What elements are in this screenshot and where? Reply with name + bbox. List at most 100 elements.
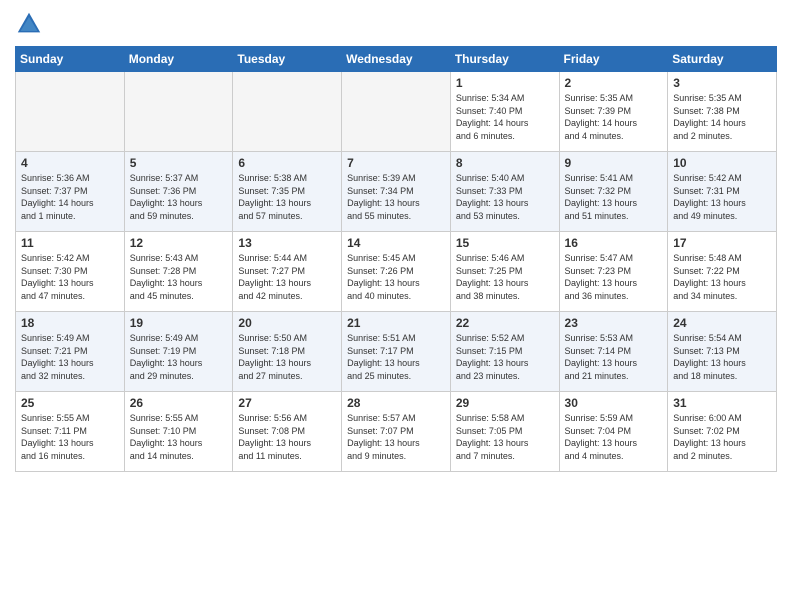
day-cell: 1 Sunrise: 5:34 AM Sunset: 7:40 PM Daylig… bbox=[450, 72, 559, 152]
day-number: 18 bbox=[21, 316, 119, 330]
day-number: 26 bbox=[130, 396, 228, 410]
day-number: 19 bbox=[130, 316, 228, 330]
day-info: Sunrise: 5:34 AM Sunset: 7:40 PM Dayligh… bbox=[456, 92, 554, 142]
day-number: 29 bbox=[456, 396, 554, 410]
day-cell bbox=[233, 72, 342, 152]
day-cell: 20 Sunrise: 5:50 AM Sunset: 7:18 PM Dayli… bbox=[233, 312, 342, 392]
day-number: 31 bbox=[673, 396, 771, 410]
day-cell: 4Sunrise: 5:36 AM Sunset: 7:37 PM Daylig… bbox=[16, 152, 125, 232]
day-cell: 23 Sunrise: 5:53 AM Sunset: 7:14 PM Dayli… bbox=[559, 312, 668, 392]
day-info: Sunrise: 5:43 AM Sunset: 7:28 PM Dayligh… bbox=[130, 252, 228, 302]
weekday-header-row: SundayMondayTuesdayWednesdayThursdayFrid… bbox=[16, 47, 777, 72]
day-cell: 14 Sunrise: 5:45 AM Sunset: 7:26 PM Dayli… bbox=[342, 232, 451, 312]
day-info: Sunrise: 5:49 AM Sunset: 7:21 PM Dayligh… bbox=[21, 332, 119, 382]
day-info: Sunrise: 5:47 AM Sunset: 7:23 PM Dayligh… bbox=[565, 252, 663, 302]
day-info: Sunrise: 5:42 AM Sunset: 7:31 PM Dayligh… bbox=[673, 172, 771, 222]
day-info: Sunrise: 5:44 AM Sunset: 7:27 PM Dayligh… bbox=[238, 252, 336, 302]
day-number: 16 bbox=[565, 236, 663, 250]
weekday-header-sunday: Sunday bbox=[16, 47, 125, 72]
weekday-header-monday: Monday bbox=[124, 47, 233, 72]
day-cell: 3 Sunrise: 5:35 AM Sunset: 7:38 PM Daylig… bbox=[668, 72, 777, 152]
day-cell: 7 Sunrise: 5:39 AM Sunset: 7:34 PM Daylig… bbox=[342, 152, 451, 232]
day-cell: 17 Sunrise: 5:48 AM Sunset: 7:22 PM Dayli… bbox=[668, 232, 777, 312]
day-number: 3 bbox=[673, 76, 771, 90]
day-info: Sunrise: 5:48 AM Sunset: 7:22 PM Dayligh… bbox=[673, 252, 771, 302]
day-cell: 30Sunrise: 5:59 AM Sunset: 7:04 PM Dayli… bbox=[559, 392, 668, 472]
day-number: 20 bbox=[238, 316, 336, 330]
day-cell: 31 Sunrise: 6:00 AM Sunset: 7:02 PM Dayli… bbox=[668, 392, 777, 472]
day-info: Sunrise: 5:51 AM Sunset: 7:17 PM Dayligh… bbox=[347, 332, 445, 382]
week-row-3: 11 Sunrise: 5:42 AM Sunset: 7:30 PM Dayli… bbox=[16, 232, 777, 312]
day-number: 7 bbox=[347, 156, 445, 170]
week-row-5: 25 Sunrise: 5:55 AM Sunset: 7:11 PM Dayli… bbox=[16, 392, 777, 472]
day-info: Sunrise: 5:42 AM Sunset: 7:30 PM Dayligh… bbox=[21, 252, 119, 302]
day-cell: 24 Sunrise: 5:54 AM Sunset: 7:13 PM Dayli… bbox=[668, 312, 777, 392]
day-number: 30 bbox=[565, 396, 663, 410]
day-cell: 27Sunrise: 5:56 AM Sunset: 7:08 PM Dayli… bbox=[233, 392, 342, 472]
day-info: Sunrise: 5:41 AM Sunset: 7:32 PM Dayligh… bbox=[565, 172, 663, 222]
day-cell: 8 Sunrise: 5:40 AM Sunset: 7:33 PM Daylig… bbox=[450, 152, 559, 232]
day-info: Sunrise: 5:55 AM Sunset: 7:11 PM Dayligh… bbox=[21, 412, 119, 462]
weekday-header-tuesday: Tuesday bbox=[233, 47, 342, 72]
day-number: 14 bbox=[347, 236, 445, 250]
day-number: 21 bbox=[347, 316, 445, 330]
day-cell: 18 Sunrise: 5:49 AM Sunset: 7:21 PM Dayli… bbox=[16, 312, 125, 392]
day-number: 9 bbox=[565, 156, 663, 170]
day-number: 2 bbox=[565, 76, 663, 90]
day-info: Sunrise: 5:45 AM Sunset: 7:26 PM Dayligh… bbox=[347, 252, 445, 302]
day-number: 8 bbox=[456, 156, 554, 170]
day-number: 25 bbox=[21, 396, 119, 410]
day-cell: 28 Sunrise: 5:57 AM Sunset: 7:07 PM Dayli… bbox=[342, 392, 451, 472]
day-cell: 16 Sunrise: 5:47 AM Sunset: 7:23 PM Dayli… bbox=[559, 232, 668, 312]
day-cell: 22Sunrise: 5:52 AM Sunset: 7:15 PM Dayli… bbox=[450, 312, 559, 392]
day-info: Sunrise: 5:54 AM Sunset: 7:13 PM Dayligh… bbox=[673, 332, 771, 382]
day-cell: 25 Sunrise: 5:55 AM Sunset: 7:11 PM Dayli… bbox=[16, 392, 125, 472]
calendar-table: SundayMondayTuesdayWednesdayThursdayFrid… bbox=[15, 46, 777, 472]
day-cell: 9 Sunrise: 5:41 AM Sunset: 7:32 PM Daylig… bbox=[559, 152, 668, 232]
day-info: Sunrise: 5:36 AM Sunset: 7:37 PM Dayligh… bbox=[21, 172, 119, 222]
day-number: 1 bbox=[456, 76, 554, 90]
day-info: Sunrise: 5:49 AM Sunset: 7:19 PM Dayligh… bbox=[130, 332, 228, 382]
week-row-2: 4Sunrise: 5:36 AM Sunset: 7:37 PM Daylig… bbox=[16, 152, 777, 232]
day-number: 10 bbox=[673, 156, 771, 170]
day-info: Sunrise: 5:35 AM Sunset: 7:38 PM Dayligh… bbox=[673, 92, 771, 142]
day-info: Sunrise: 5:57 AM Sunset: 7:07 PM Dayligh… bbox=[347, 412, 445, 462]
day-cell: 19 Sunrise: 5:49 AM Sunset: 7:19 PM Dayli… bbox=[124, 312, 233, 392]
day-info: Sunrise: 6:00 AM Sunset: 7:02 PM Dayligh… bbox=[673, 412, 771, 462]
day-cell: 6 Sunrise: 5:38 AM Sunset: 7:35 PM Daylig… bbox=[233, 152, 342, 232]
day-cell: 12 Sunrise: 5:43 AM Sunset: 7:28 PM Dayli… bbox=[124, 232, 233, 312]
day-info: Sunrise: 5:40 AM Sunset: 7:33 PM Dayligh… bbox=[456, 172, 554, 222]
day-cell: 5Sunrise: 5:37 AM Sunset: 7:36 PM Daylig… bbox=[124, 152, 233, 232]
weekday-header-thursday: Thursday bbox=[450, 47, 559, 72]
day-number: 11 bbox=[21, 236, 119, 250]
weekday-header-friday: Friday bbox=[559, 47, 668, 72]
day-info: Sunrise: 5:39 AM Sunset: 7:34 PM Dayligh… bbox=[347, 172, 445, 222]
day-number: 15 bbox=[456, 236, 554, 250]
day-info: Sunrise: 5:56 AM Sunset: 7:08 PM Dayligh… bbox=[238, 412, 336, 462]
day-info: Sunrise: 5:37 AM Sunset: 7:36 PM Dayligh… bbox=[130, 172, 228, 222]
day-info: Sunrise: 5:38 AM Sunset: 7:35 PM Dayligh… bbox=[238, 172, 336, 222]
day-number: 12 bbox=[130, 236, 228, 250]
day-number: 17 bbox=[673, 236, 771, 250]
day-number: 28 bbox=[347, 396, 445, 410]
day-info: Sunrise: 5:46 AM Sunset: 7:25 PM Dayligh… bbox=[456, 252, 554, 302]
day-cell bbox=[16, 72, 125, 152]
page: SundayMondayTuesdayWednesdayThursdayFrid… bbox=[0, 0, 792, 612]
day-cell: 29 Sunrise: 5:58 AM Sunset: 7:05 PM Dayli… bbox=[450, 392, 559, 472]
day-cell bbox=[342, 72, 451, 152]
day-number: 24 bbox=[673, 316, 771, 330]
day-info: Sunrise: 5:50 AM Sunset: 7:18 PM Dayligh… bbox=[238, 332, 336, 382]
day-number: 6 bbox=[238, 156, 336, 170]
day-cell: 13Sunrise: 5:44 AM Sunset: 7:27 PM Dayli… bbox=[233, 232, 342, 312]
week-row-1: 1 Sunrise: 5:34 AM Sunset: 7:40 PM Daylig… bbox=[16, 72, 777, 152]
day-info: Sunrise: 5:58 AM Sunset: 7:05 PM Dayligh… bbox=[456, 412, 554, 462]
weekday-header-saturday: Saturday bbox=[668, 47, 777, 72]
day-cell: 15 Sunrise: 5:46 AM Sunset: 7:25 PM Dayli… bbox=[450, 232, 559, 312]
logo bbox=[15, 10, 47, 38]
day-number: 23 bbox=[565, 316, 663, 330]
day-info: Sunrise: 5:55 AM Sunset: 7:10 PM Dayligh… bbox=[130, 412, 228, 462]
day-info: Sunrise: 5:53 AM Sunset: 7:14 PM Dayligh… bbox=[565, 332, 663, 382]
day-cell: 10 Sunrise: 5:42 AM Sunset: 7:31 PM Dayli… bbox=[668, 152, 777, 232]
day-cell bbox=[124, 72, 233, 152]
day-number: 22 bbox=[456, 316, 554, 330]
